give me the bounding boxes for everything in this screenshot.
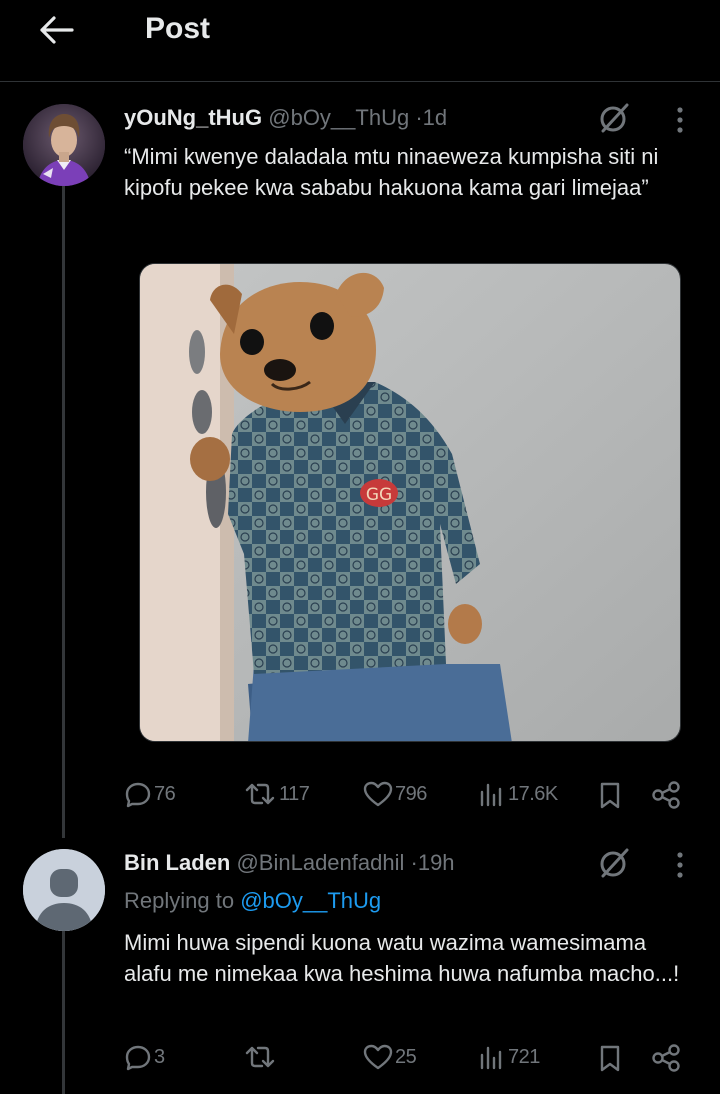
reply-icon [125,1045,151,1071]
handle[interactable]: @BinLadenfadhil [236,850,404,875]
bookmark-icon [600,1045,620,1072]
views-button[interactable]: 721 [478,1043,540,1071]
separator-dot: · [410,850,418,875]
thread-line [62,930,65,1094]
reply-count: 3 [154,1045,165,1068]
page-title: Post [145,12,211,45]
replying-to: Replying to @bOy__ThUg [124,888,381,914]
bookmark-icon [600,782,620,809]
reply-text: Mimi huwa sipendi kuona watu wazima wame… [124,930,680,986]
back-arrow-icon [40,16,74,44]
replying-label: Replying to [124,888,235,913]
repost-button[interactable]: 117 [243,780,310,808]
repost-count: 117 [279,782,310,805]
svg-text:GG: GG [366,485,392,505]
bookmark-button[interactable] [596,1043,624,1073]
tweet-media[interactable]: GG [139,263,681,742]
grok-icon[interactable] [594,98,634,138]
separator-dot: · [415,105,423,130]
timestamp[interactable]: 19h [418,850,455,875]
top-bar: Post [0,0,720,82]
reply-count: 76 [154,782,176,805]
media-image: GG [140,264,680,741]
timestamp[interactable]: 1d [423,105,447,130]
default-avatar-icon [23,849,105,931]
repost-icon [245,783,275,805]
like-button[interactable]: 25 [363,1043,417,1071]
bookmark-button[interactable] [596,780,624,810]
views-count: 721 [508,1045,540,1068]
display-name[interactable]: Bin Laden [124,850,230,875]
like-button[interactable]: 796 [363,780,427,808]
more-icon[interactable] [670,845,690,885]
reply-icon [125,782,151,808]
like-count: 25 [395,1045,417,1068]
share-button[interactable] [650,1043,682,1073]
views-icon [480,783,502,807]
avatar[interactable] [23,104,105,186]
thread-line [62,183,65,838]
more-icon[interactable] [670,100,690,140]
share-icon [652,781,680,809]
tweet-text: “Mimi kwenye daladala mtu ninaeweza kump… [124,144,659,200]
back-button[interactable] [34,10,78,50]
repost-button[interactable] [243,1043,279,1071]
display-name[interactable]: yOuNg_tHuG [124,105,262,130]
avatar[interactable] [23,849,105,931]
reply-button[interactable]: 76 [124,780,176,808]
reply-button[interactable]: 3 [124,1043,165,1071]
views-icon [480,1046,502,1070]
views-count: 17.6K [508,782,558,805]
avatar-image [23,104,105,186]
grok-icon[interactable] [594,843,634,883]
handle[interactable]: @bOy__ThUg [268,105,409,130]
mention-link[interactable]: @bOy__ThUg [240,888,381,913]
like-icon [363,1044,393,1070]
reply-header: Bin Laden @BinLadenfadhil ·19h [124,850,455,876]
like-count: 796 [395,782,427,805]
share-button[interactable] [650,780,682,810]
repost-icon [245,1046,275,1068]
like-icon [363,781,393,807]
tweet-header: yOuNg_tHuG @bOy__ThUg ·1d [124,105,447,131]
views-button[interactable]: 17.6K [478,780,558,808]
share-icon [652,1044,680,1072]
